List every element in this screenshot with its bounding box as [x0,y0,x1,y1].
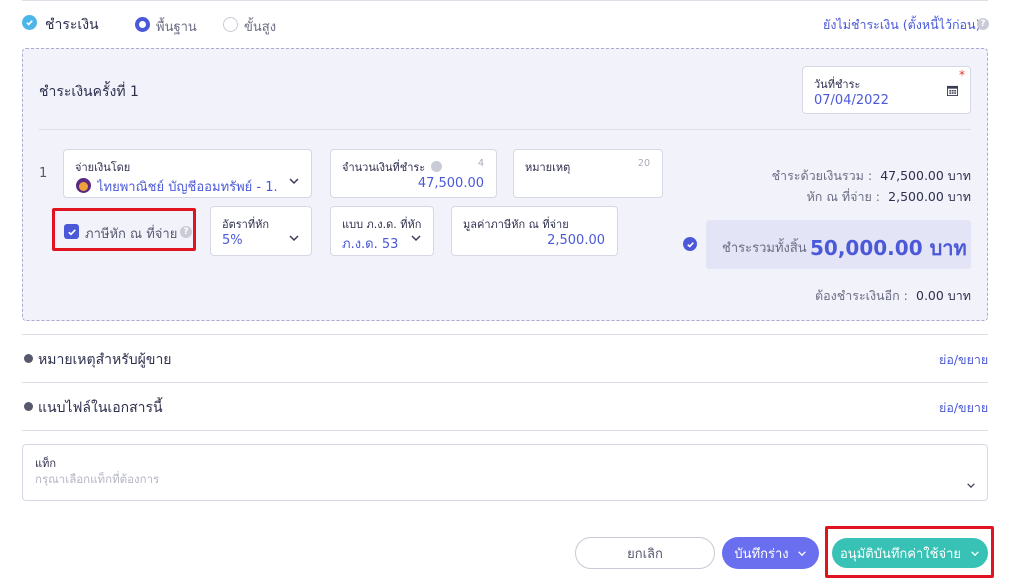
tax-form-value: ภ.ง.ด. 53 [342,237,399,252]
pay-date-field[interactable]: วันที่ชำระ * 07/04/2022 [802,66,971,114]
tax-amount-field[interactable]: มูลค่าภาษีหัก ณ ที่จ่าย 2,500.00 [451,206,618,256]
pay-by-value: ไทยพาณิชย์ บัญชีออมทรัพย์ - 1... [97,180,279,195]
row-number: 1 [39,166,48,181]
rate-label: อัตราที่หัก [222,218,269,231]
note-char-count: 20 [637,158,650,169]
payment-round-title: ชำระเงินครั้งที่ 1 [39,84,139,100]
pay-date-value[interactable]: 07/04/2022 [814,93,889,108]
bullet-icon [24,354,33,363]
attach-toggle[interactable]: ย่อ/ขยาย [939,398,988,418]
section-divider [22,334,988,335]
unpaid-link[interactable]: ยังไม่ชำระเงิน (ตั้งหนี้ไว้ก่อน) [823,15,980,35]
required-mark: * [959,68,965,82]
vendor-note-title: หมายเหตุสำหรับผู้ขาย [38,352,172,368]
tags-placeholder: กรุณาเลือกแท็กที่ต้องการ [35,472,160,486]
check-circle-icon [683,237,697,251]
approve-highlight [825,526,994,578]
amount-label-text: จำนวนเงินที่ชำระ [342,161,426,174]
tax-form-select[interactable]: แบบ ภ.ง.ด. ที่หัก ภ.ง.ด. 53 [330,206,434,256]
cash-total-value: 47,500.00 บาท [880,168,971,183]
help-icon[interactable] [430,161,442,172]
withheld-row: หัก ณ ที่จ่าย : 2,500.00 บาท [807,187,971,207]
pay-date-label: วันที่ชำระ [814,78,861,91]
vendor-note-toggle[interactable]: ย่อ/ขยาย [939,350,988,370]
amount-label: จำนวนเงินที่ชำระ [342,158,442,176]
check-circle-icon [22,15,37,30]
chevron-down-icon[interactable] [966,482,976,489]
chevron-down-icon[interactable] [288,177,300,185]
withholding-highlight [52,208,196,251]
remaining-value: 0.00 บาท [916,288,971,303]
mode-advanced-radio[interactable] [223,17,238,32]
chevron-down-icon [797,550,806,556]
mode-advanced-label[interactable]: ขั้นสูง [244,16,276,37]
tax-form-label: แบบ ภ.ง.ด. ที่หัก [342,218,422,231]
save-draft-label: บันทึกร่าง [734,546,789,562]
note-label: หมายเหตุ [525,161,571,174]
cash-total-row: ชำระด้วยเงินรวม : 47,500.00 บาท [772,166,971,186]
section-divider [22,430,988,431]
attach-title: แนบไฟล์ในเอกสารนี้ [38,400,163,416]
withheld-value: 2,500.00 บาท [888,189,971,204]
mode-basic-radio[interactable] [135,17,150,32]
rate-value: 5% [222,233,243,248]
note-field[interactable]: หมายเหตุ 20 [513,149,663,198]
section-divider [22,382,988,383]
grand-total-box: ชำระรวมทั้งสิ้น 50,000.00 บาท [706,220,971,269]
amount-field[interactable]: จำนวนเงินที่ชำระ 4 47,500.00 [330,149,497,198]
bank-logo-icon [76,178,91,193]
tags-label: แท็ก [35,457,57,470]
cancel-button-label: ยกเลิก [627,546,663,562]
tax-amount-value[interactable]: 2,500.00 [547,233,605,248]
pay-by-select[interactable]: จ่ายเงินโดย ไทยพาณิชย์ บัญชีออมทรัพย์ - … [63,149,312,198]
remaining-label: ต้องชำระเงินอีก : [815,288,908,303]
rate-select[interactable]: อัตราที่หัก 5% [210,206,312,256]
grand-total-value: 50,000.00 บาท [810,236,967,260]
calendar-icon[interactable] [947,85,958,96]
bullet-icon [24,402,33,411]
tax-amount-label: มูลค่าภาษีหัก ณ ที่จ่าย [463,218,569,231]
panel-divider [39,129,971,130]
pay-by-label: จ่ายเงินโดย [75,161,131,174]
chevron-down-icon[interactable] [288,234,300,242]
cash-total-label: ชำระด้วยเงินรวม : [771,168,873,183]
chevron-down-icon[interactable] [410,234,422,242]
help-icon[interactable]: ? [977,18,989,30]
withheld-label: หัก ณ ที่จ่าย : [806,189,881,204]
save-draft-button[interactable]: บันทึกร่าง [722,537,819,569]
remaining-row: ต้องชำระเงินอีก : 0.00 บาท [815,286,971,306]
amount-value[interactable]: 47,500.00 [418,176,484,191]
tags-select[interactable]: แท็ก กรุณาเลือกแท็กที่ต้องการ [22,444,988,501]
payment-section-title: ชำระเงิน [45,17,99,33]
cancel-button[interactable]: ยกเลิก [575,537,715,569]
top-divider [22,0,988,1]
mode-basic-label[interactable]: พื้นฐาน [156,16,197,37]
amount-char-count: 4 [477,158,484,169]
grand-total-label: ชำระรวมทั้งสิ้น [722,241,807,256]
